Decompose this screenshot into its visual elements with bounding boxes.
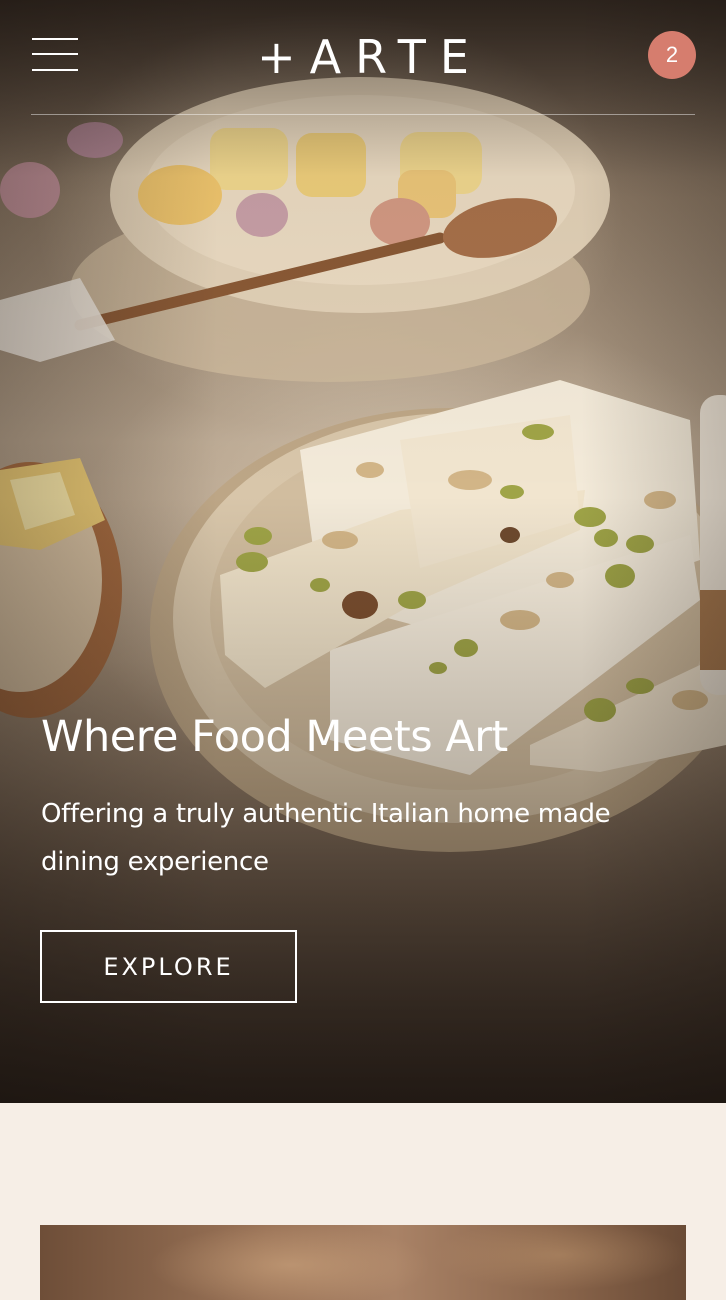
site-header: +ARTE 2 xyxy=(0,0,726,115)
next-section xyxy=(0,1103,726,1300)
cart-count-badge[interactable]: 2 xyxy=(648,31,696,79)
explore-button[interactable]: EXPLORE xyxy=(40,930,297,1003)
hero-title: Where Food Meets Art xyxy=(41,712,508,762)
section-image xyxy=(40,1225,686,1300)
hero-section: +ARTE 2 Where Food Meets Art Offering a … xyxy=(0,0,726,1103)
header-divider xyxy=(31,114,695,115)
site-logo[interactable]: +ARTE xyxy=(0,30,726,84)
hero-subtitle: Offering a truly authentic Italian home … xyxy=(41,799,611,877)
